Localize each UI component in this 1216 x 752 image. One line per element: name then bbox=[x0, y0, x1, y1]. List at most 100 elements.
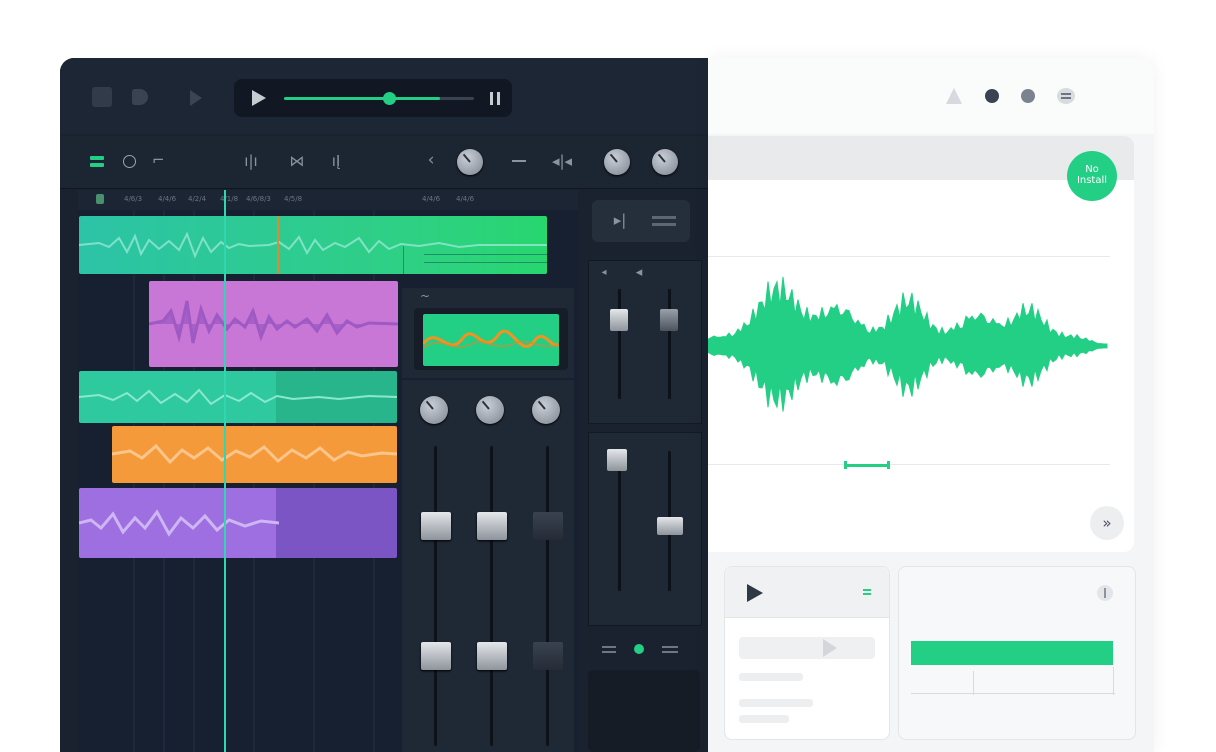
minus-icon[interactable] bbox=[512, 160, 526, 162]
split-icon[interactable]: ı|ı bbox=[238, 153, 264, 169]
channel-knob-1[interactable] bbox=[420, 396, 448, 424]
play-icon[interactable] bbox=[747, 584, 763, 602]
status-dot-dark[interactable] bbox=[985, 89, 999, 103]
waveform-scrubber[interactable] bbox=[844, 461, 890, 469]
bell-icon[interactable] bbox=[946, 88, 962, 104]
ruler-label: 4/1/8 bbox=[220, 195, 239, 203]
stop-button[interactable] bbox=[92, 87, 112, 107]
main-waveform[interactable] bbox=[708, 266, 1110, 426]
left-arrow-icon[interactable]: ◂ bbox=[599, 265, 609, 281]
list-icon[interactable] bbox=[90, 156, 104, 160]
player-card bbox=[724, 566, 890, 740]
light-header bbox=[708, 58, 1154, 134]
fader-1-lower[interactable] bbox=[421, 642, 451, 670]
no-install-badge: No Install bbox=[1067, 151, 1117, 201]
equals-icon[interactable] bbox=[662, 646, 678, 648]
ruler-label: 4/6/3 bbox=[124, 195, 143, 203]
badge-line-2: Install bbox=[1076, 175, 1108, 186]
side-toolbar: ▸| bbox=[592, 200, 690, 242]
ruler-label: 4/4/6 bbox=[158, 195, 177, 203]
pause-icon[interactable] bbox=[490, 92, 500, 105]
fader-track-2 bbox=[490, 446, 493, 746]
lock-icon[interactable] bbox=[96, 194, 104, 204]
fader-2-upper[interactable] bbox=[477, 512, 507, 540]
record-button[interactable] bbox=[132, 89, 148, 105]
progress-fill bbox=[911, 641, 1113, 665]
transport-progress-track[interactable] bbox=[284, 92, 474, 105]
circle-icon[interactable] bbox=[123, 155, 136, 168]
daw-window: ⌐ ı|ı ⋈ ıĮ ‹ ◂|◂ 4/6/3 4/4/6 4/2/4 4/1/8… bbox=[60, 58, 708, 752]
waveform bbox=[79, 388, 397, 406]
control-bar: ⌐ ı|ı ⋈ ıĮ ‹ ◂|◂ bbox=[60, 136, 708, 189]
left-arrow-icon[interactable]: ◂ bbox=[633, 265, 645, 281]
trim-icon[interactable]: ⋈ bbox=[284, 153, 310, 169]
skip-icon[interactable]: ◂|◂ bbox=[550, 153, 574, 169]
transport-play-button[interactable] bbox=[252, 90, 266, 106]
next-icon[interactable]: ▸| bbox=[612, 212, 628, 228]
badge-line-1: No bbox=[1085, 164, 1099, 175]
audio-clip-orange[interactable] bbox=[112, 426, 397, 483]
axis-tick bbox=[973, 671, 974, 695]
fader-track-1 bbox=[434, 446, 437, 746]
ruler-label: 4/6/8/3 bbox=[246, 195, 271, 203]
channel-knob-3[interactable] bbox=[532, 396, 560, 424]
effect-preview[interactable] bbox=[414, 308, 568, 370]
channel-knob-2[interactable] bbox=[476, 396, 504, 424]
video-placeholder[interactable] bbox=[739, 637, 875, 659]
fader-a2[interactable] bbox=[660, 309, 678, 331]
audio-clip-purple[interactable] bbox=[149, 281, 398, 367]
transport-playhead-knob[interactable] bbox=[382, 92, 396, 105]
text-line-placeholder bbox=[739, 699, 813, 707]
play-icon[interactable] bbox=[190, 90, 202, 106]
waveform bbox=[112, 443, 397, 465]
slice-icon[interactable]: ıĮ bbox=[326, 153, 346, 169]
info-icon[interactable] bbox=[1097, 585, 1113, 601]
timeline-ruler[interactable]: 4/6/3 4/4/6 4/2/4 4/1/8 4/6/8/3 4/5/8 4/… bbox=[78, 190, 578, 211]
fader-track-3 bbox=[546, 446, 549, 746]
marker-icon[interactable]: ⌐ bbox=[152, 152, 165, 168]
send-knob-b[interactable] bbox=[652, 149, 678, 175]
fader-3-lower[interactable] bbox=[533, 642, 563, 670]
fader-track-a2 bbox=[668, 289, 671, 399]
wave-icon: ~ bbox=[419, 289, 431, 303]
grid-line-top bbox=[708, 256, 1110, 257]
send-knob-a[interactable] bbox=[604, 149, 630, 175]
master-knob[interactable] bbox=[457, 149, 483, 175]
player-card-header bbox=[725, 567, 889, 618]
playhead-line[interactable] bbox=[224, 190, 226, 752]
back-chevron-icon[interactable]: ‹ bbox=[424, 152, 438, 169]
waveform bbox=[149, 300, 398, 344]
clip-marker bbox=[277, 216, 279, 274]
menu-icon[interactable] bbox=[652, 216, 676, 219]
ruler-label: 4/2/4 bbox=[188, 195, 207, 203]
ruler-label: 4/4/6 bbox=[422, 195, 441, 203]
ruler-label: 4/5/8 bbox=[284, 195, 303, 203]
audio-clip-teal-2[interactable] bbox=[79, 371, 397, 423]
fader-b1[interactable] bbox=[607, 449, 627, 471]
fader-3-upper[interactable] bbox=[533, 512, 563, 540]
audio-clip-teal[interactable] bbox=[79, 216, 547, 274]
fader-track-a1 bbox=[618, 289, 621, 399]
transport-bar bbox=[234, 79, 512, 117]
equals-icon[interactable] bbox=[863, 589, 871, 591]
audio-clip-violet[interactable] bbox=[79, 488, 397, 558]
grid-line-bottom bbox=[708, 464, 1110, 465]
equals-icon[interactable] bbox=[602, 646, 616, 648]
menu-icon[interactable] bbox=[1057, 88, 1075, 104]
forward-button[interactable]: » bbox=[1090, 506, 1124, 540]
mixer-panel bbox=[402, 380, 574, 752]
progress-track[interactable] bbox=[911, 641, 1113, 665]
clip-overlay bbox=[403, 246, 547, 274]
fader-a1[interactable] bbox=[610, 309, 628, 331]
channel-strip-a: ◂ ◂ bbox=[588, 260, 702, 424]
transport-progress-fill bbox=[284, 97, 440, 100]
progress-card bbox=[898, 566, 1136, 740]
fader-2-lower[interactable] bbox=[477, 642, 507, 670]
status-dot-gray[interactable] bbox=[1021, 89, 1035, 103]
side-footer bbox=[588, 634, 700, 664]
channel-strip-b bbox=[588, 432, 702, 626]
axis-line bbox=[911, 693, 1115, 694]
status-dot bbox=[634, 644, 644, 654]
fader-1-upper[interactable] bbox=[421, 512, 451, 540]
fader-b2[interactable] bbox=[657, 517, 683, 535]
